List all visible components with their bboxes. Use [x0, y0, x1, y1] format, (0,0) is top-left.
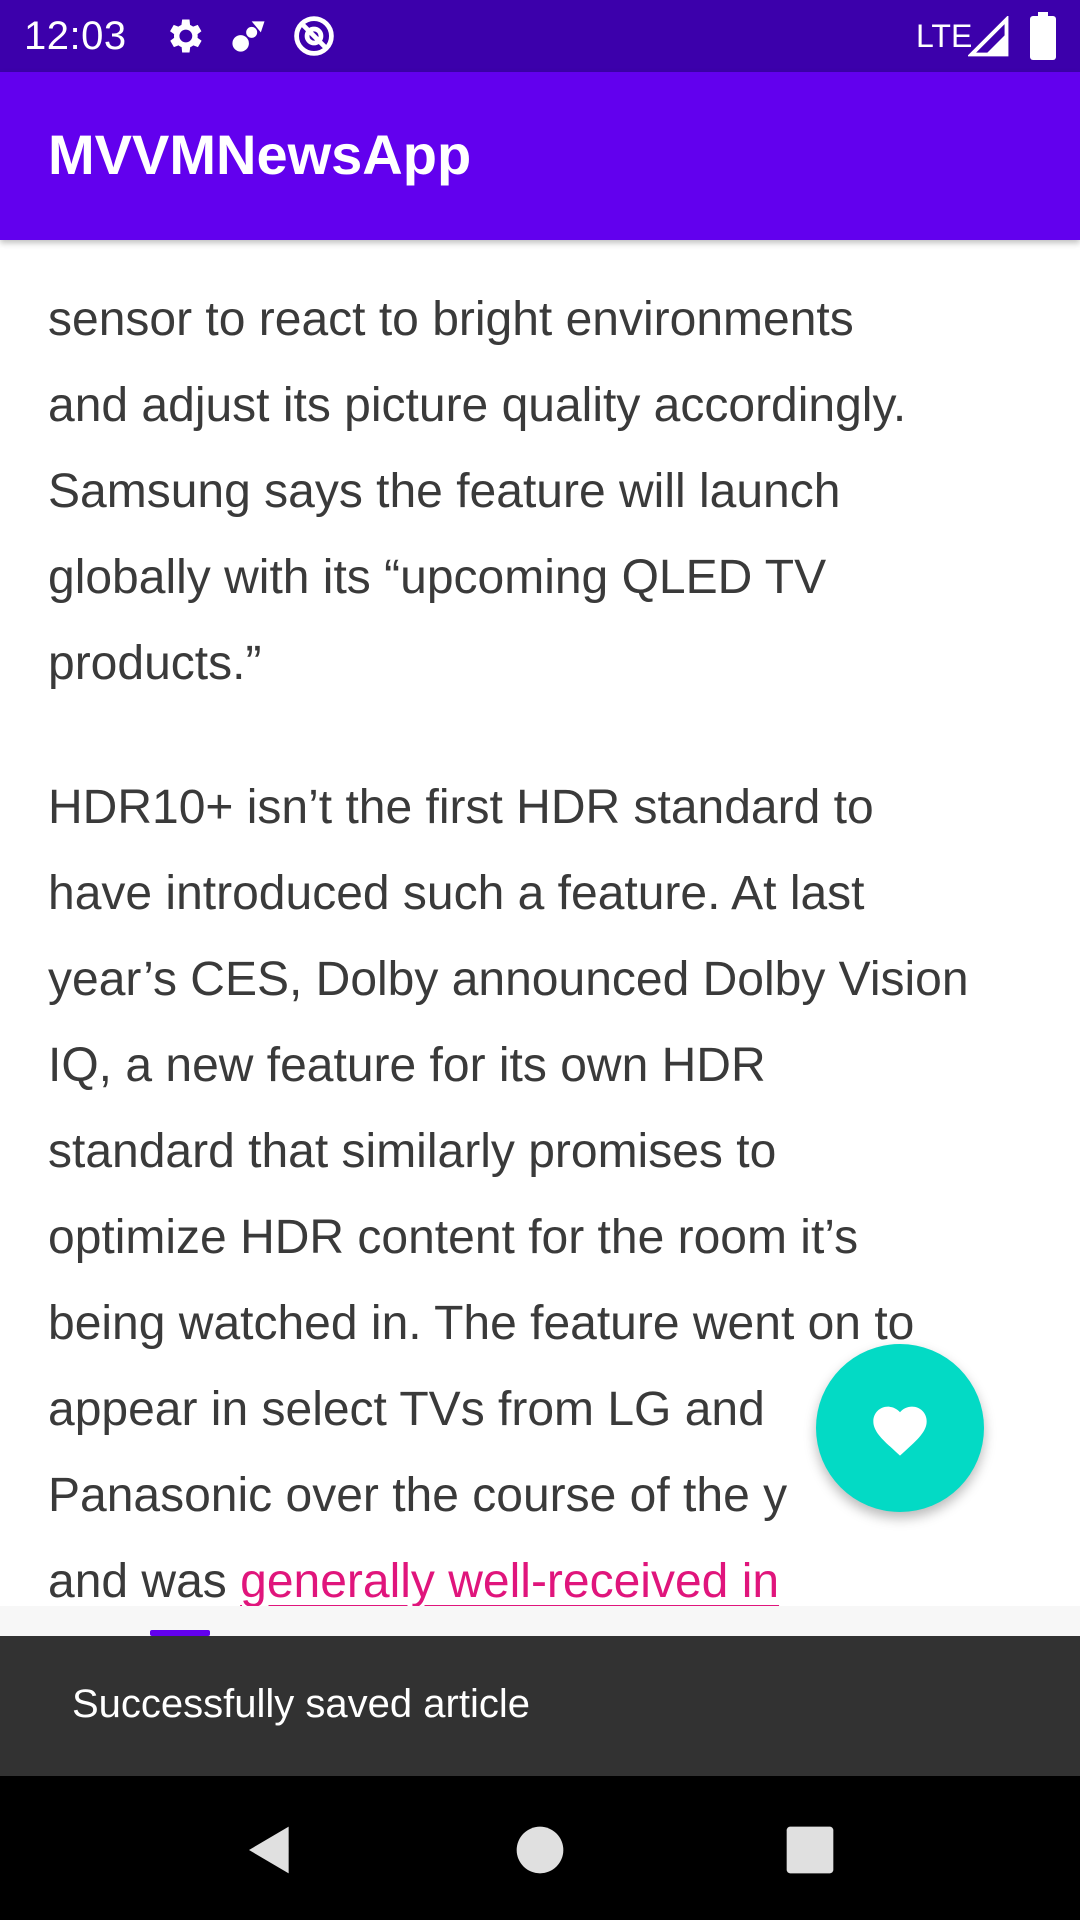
heart-icon: [873, 1406, 927, 1456]
cloud-sync-icon: [232, 21, 265, 52]
snackbar-message: Successfully saved article: [72, 1682, 530, 1726]
save-article-fab[interactable]: [816, 1344, 984, 1512]
recents-icon[interactable]: [782, 1822, 838, 1878]
article-line: [48, 240, 1048, 277]
article-line: have introduced such a feature. At last: [48, 867, 865, 920]
snackbar: Successfully saved article: [0, 1636, 1080, 1776]
article-line: standard that similarly promises to: [48, 1125, 777, 1178]
article-line: and was generally well-received in: [48, 1539, 1048, 1606]
app-bar: MVVMNewsApp: [0, 72, 1080, 240]
gear-icon: [170, 19, 202, 53]
network-type: LTE: [916, 18, 973, 54]
article-text: and was: [48, 1555, 241, 1606]
article-line: globally with its “upcoming QLED TV: [48, 551, 827, 604]
article-link[interactable]: generally well-received in: [240, 1555, 779, 1606]
article-line: IQ, a new feature for its own HDR: [48, 1039, 766, 1092]
article-line: Samsung says the feature will launch: [48, 465, 841, 518]
article-line: HDR10+ isn’t the first HDR standard to: [48, 781, 874, 834]
back-icon[interactable]: [242, 1822, 298, 1878]
home-icon[interactable]: [512, 1822, 568, 1878]
system-navigation-bar: [0, 1776, 1080, 1920]
article-line: optimize HDR content for the room it’s: [48, 1211, 859, 1264]
signal-icon: [968, 16, 1009, 57]
battery-icon: [1030, 12, 1056, 60]
article-line: and adjust its picture quality according…: [48, 379, 907, 432]
at-sign-icon: [294, 16, 334, 56]
app-title: MVVMNewsApp: [48, 123, 472, 186]
article-line: year’s CES, Dolby announced Dolby Vision: [48, 953, 969, 1006]
status-bar: 12:03 LTE: [0, 0, 1080, 72]
status-time: 12:03: [24, 14, 127, 58]
article-line: products.”: [48, 637, 262, 690]
article-line: sensor to react to bright environments: [48, 293, 854, 346]
